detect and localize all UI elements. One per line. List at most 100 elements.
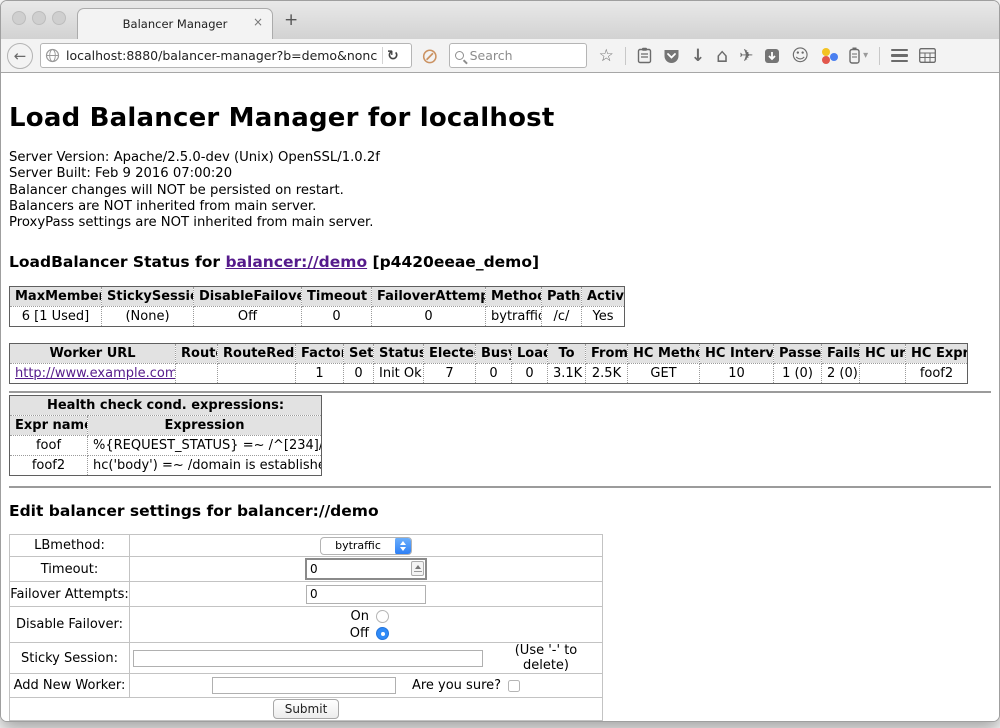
lbmethod-select[interactable]: bytraffic: [320, 537, 412, 555]
save-to-device-icon[interactable]: [764, 48, 780, 64]
cell-timeout: 0: [302, 307, 372, 327]
clipboard-icon[interactable]: [637, 47, 652, 64]
submit-button[interactable]: Submit: [273, 699, 340, 719]
menu-icon[interactable]: [891, 49, 908, 63]
table-header-row: MaxMembers StickySession DisableFailover…: [10, 287, 625, 307]
search-icon: [455, 51, 464, 60]
server-built-line: Server Built: Feb 9 2016 07:00:20: [9, 166, 991, 182]
column-header: HC Expr: [906, 344, 968, 364]
worker-table: Worker URL Route RouteRedir Factor Set S…: [9, 343, 968, 384]
cell-path: /c/: [542, 307, 582, 327]
sticky-session-note: (Use '-' to delete): [490, 643, 602, 673]
table-row: foof2 hc('body') =~ /domain is establish…: [10, 456, 322, 476]
column-header: Factor: [296, 344, 344, 364]
search-bar[interactable]: [449, 43, 587, 68]
form-row-add-worker: Add New Worker: Are you sure?: [10, 674, 603, 698]
content-blocked-icon[interactable]: ⊘: [421, 46, 439, 66]
globe-icon: [45, 48, 60, 63]
close-window-button[interactable]: [12, 11, 26, 25]
health-check-table: Health check cond. expressions: Expr nam…: [9, 395, 322, 476]
add-worker-input[interactable]: [212, 677, 396, 694]
timeout-input[interactable]: [305, 558, 427, 580]
form-row-timeout: Timeout:: [10, 557, 603, 582]
failover-attempts-input[interactable]: [306, 585, 426, 604]
table-row: http://www.example.com/ 1 0 Init Ok 7 0 …: [10, 364, 968, 384]
are-you-sure-checkbox[interactable]: [508, 680, 520, 692]
column-header: HC Method: [628, 344, 700, 364]
cell-load: 0: [512, 364, 548, 384]
select-stepper-icon: [395, 537, 411, 555]
toolbar-icons: ☆ ↓ ⌂ ✈ ☺: [599, 47, 937, 65]
reload-icon[interactable]: ↻: [387, 48, 399, 64]
grid-panel-icon[interactable]: [919, 48, 936, 63]
sticky-session-input[interactable]: [133, 650, 483, 667]
back-button[interactable]: ←: [7, 43, 33, 69]
column-header: Status: [374, 344, 424, 364]
cell-hc-expr: foof2: [906, 364, 968, 384]
column-header: Elected: [424, 344, 476, 364]
form-row-disable-failover: Disable Failover: On Off: [10, 607, 603, 643]
chat-smiley-icon[interactable]: ☺: [791, 47, 809, 65]
column-header: Load: [512, 344, 548, 364]
url-text[interactable]: localhost:8880/balancer-manager?b=demo&n…: [66, 48, 378, 63]
cell-route: [176, 364, 218, 384]
tab-balancer-manager[interactable]: Balancer Manager ×: [77, 8, 273, 39]
device-battery-group[interactable]: ▾: [849, 47, 868, 64]
cell-busy: 0: [476, 364, 512, 384]
minimize-window-button[interactable]: [32, 11, 46, 25]
cell-from: 2.5K: [586, 364, 628, 384]
browser-toolbar: ← localhost:8880/balancer-manager?b=demo…: [1, 39, 999, 73]
number-stepper-icon[interactable]: [411, 561, 424, 576]
table-header-row: Worker URL Route RouteRedir Factor Set S…: [10, 344, 968, 364]
new-tab-button[interactable]: +: [284, 12, 298, 29]
server-info: Server Version: Apache/2.5.0-dev (Unix) …: [9, 150, 991, 231]
search-input[interactable]: [470, 48, 570, 63]
tab-strip: Balancer Manager × +: [1, 1, 999, 39]
failover-attempts-label: Failover Attempts:: [10, 582, 130, 607]
column-header: Set: [344, 344, 374, 364]
zoom-window-button[interactable]: [52, 11, 66, 25]
battery-icon: [849, 47, 860, 64]
table-row: foof %{REQUEST_STATUS} =~ /^[234]/: [10, 436, 322, 456]
colored-dots-extension-icon[interactable]: [820, 48, 838, 64]
cell-fails: 2 (0): [822, 364, 860, 384]
send-icon[interactable]: ✈: [739, 47, 753, 65]
column-header: Route: [176, 344, 218, 364]
lbmethod-label: LBmethod:: [10, 535, 130, 557]
balancer-status-table: MaxMembers StickySession DisableFailover…: [9, 286, 625, 327]
add-worker-label: Add New Worker:: [10, 674, 130, 698]
tab-title: Balancer Manager: [123, 17, 228, 31]
tab-close-icon[interactable]: ×: [253, 16, 263, 28]
column-header: From: [586, 344, 628, 364]
lbmethod-selected-value: bytraffic: [321, 539, 395, 552]
server-version-line: Server Version: Apache/2.5.0-dev (Unix) …: [9, 150, 991, 166]
toolbar-separator: [625, 47, 626, 65]
cell-expr-name: foof: [10, 436, 88, 456]
balancer-settings-form: LBmethod: bytraffic Timeout:: [9, 534, 603, 721]
balancer-demo-link[interactable]: balancer://demo: [225, 253, 367, 271]
cell-set: 0: [344, 364, 374, 384]
column-header: RouteRedir: [218, 344, 296, 364]
url-bar[interactable]: localhost:8880/balancer-manager?b=demo&n…: [40, 43, 412, 68]
page-title: Load Balancer Manager for localhost: [9, 73, 991, 133]
home-icon[interactable]: ⌂: [716, 47, 728, 65]
cell-method: bytraffic: [486, 307, 542, 327]
pocket-icon[interactable]: [663, 48, 680, 64]
column-header: Busy: [476, 344, 512, 364]
column-header: Expression: [88, 416, 322, 436]
toolbar-separator: [879, 47, 880, 65]
bookmark-star-icon[interactable]: ☆: [599, 47, 614, 65]
column-header: To: [548, 344, 586, 364]
loadbalancer-status-heading: LoadBalancer Status for balancer://demo …: [9, 253, 991, 271]
cell-hc-interval: 10: [700, 364, 774, 384]
worker-url-link[interactable]: http://www.example.com/: [15, 366, 176, 381]
inherit-note-line: Balancers are NOT inherited from main se…: [9, 199, 991, 215]
disable-failover-off-radio[interactable]: [376, 627, 389, 640]
column-header: Method: [486, 287, 542, 307]
cell-expr-name: foof2: [10, 456, 88, 476]
back-arrow-icon: ←: [14, 47, 27, 65]
disable-failover-on-radio[interactable]: [376, 610, 389, 623]
downloads-icon[interactable]: ↓: [691, 47, 705, 65]
form-row-lbmethod: LBmethod: bytraffic: [10, 535, 603, 557]
status-heading-prefix: LoadBalancer Status for: [9, 253, 220, 271]
